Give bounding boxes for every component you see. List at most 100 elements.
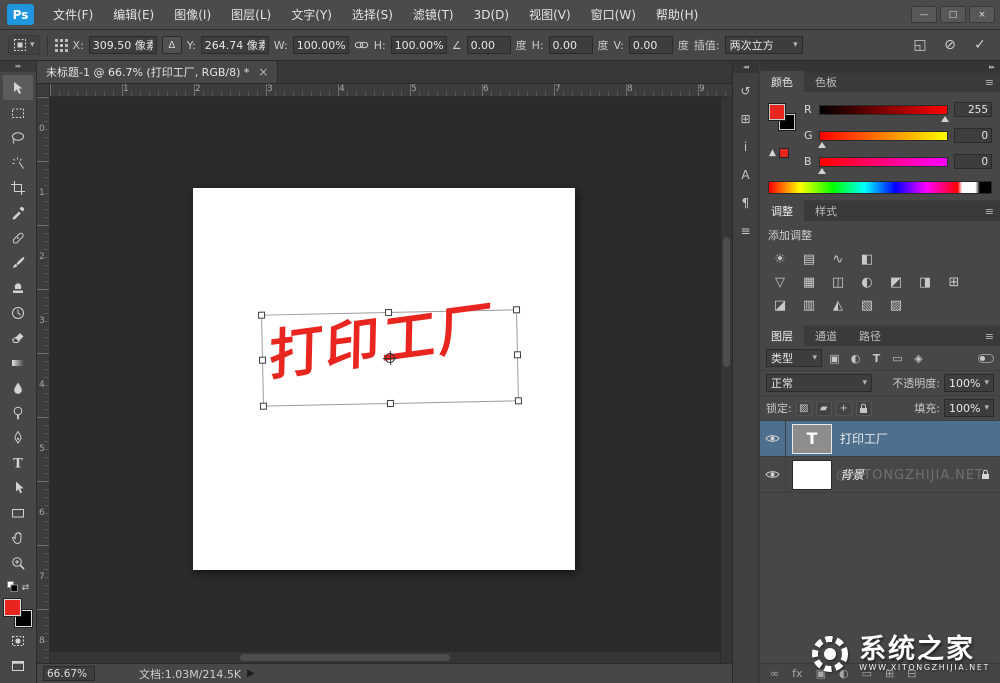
- menu-item[interactable]: 图层(L): [221, 0, 281, 30]
- tab-swatches[interactable]: 色板: [804, 71, 848, 92]
- info-panel-icon[interactable]: i: [736, 137, 756, 157]
- green-value-input[interactable]: [954, 128, 992, 143]
- commit-transform-button[interactable]: ✓: [968, 34, 992, 56]
- layer-filter-select[interactable]: 类型 ▾: [766, 349, 822, 367]
- menu-item[interactable]: 选择(S): [342, 0, 403, 30]
- menu-item[interactable]: 3D(D): [464, 0, 519, 30]
- lock-all-icon[interactable]: [856, 401, 872, 416]
- maximize-button[interactable]: □: [940, 6, 966, 23]
- rectangle-tool[interactable]: [3, 500, 33, 525]
- horizontal-scrollbar[interactable]: [50, 651, 720, 663]
- quick-mask-button[interactable]: [3, 628, 33, 653]
- posterize-icon[interactable]: ▥: [799, 296, 819, 314]
- vibrance-icon[interactable]: ▽: [770, 273, 790, 291]
- transform-handle-top-middle[interactable]: [385, 309, 392, 316]
- lock-transparency-icon[interactable]: ▨: [796, 401, 812, 416]
- vertical-scrollbar[interactable]: [720, 97, 732, 663]
- height-input[interactable]: [391, 36, 447, 54]
- brightness-contrast-icon[interactable]: ☀: [770, 250, 790, 268]
- menu-item[interactable]: 视图(V): [519, 0, 581, 30]
- properties-panel-icon[interactable]: ⊞: [736, 109, 756, 129]
- tab-layers[interactable]: 图层: [760, 325, 804, 346]
- black-white-icon[interactable]: ◐: [857, 273, 877, 291]
- blur-tool[interactable]: [3, 375, 33, 400]
- blue-value-input[interactable]: [954, 154, 992, 169]
- red-slider[interactable]: [819, 105, 948, 115]
- foreground-color-swatch[interactable]: [769, 104, 785, 120]
- menu-item[interactable]: 文件(F): [43, 0, 103, 30]
- menu-item[interactable]: 图像(I): [164, 0, 221, 30]
- opacity-input[interactable]: 100% ▾: [944, 374, 994, 392]
- menu-item[interactable]: 帮助(H): [646, 0, 708, 30]
- pen-tool[interactable]: [3, 425, 33, 450]
- scrollbar-thumb[interactable]: [723, 237, 730, 367]
- transform-handle-bottom-left[interactable]: [260, 403, 267, 410]
- y-input[interactable]: [201, 36, 269, 54]
- fill-input[interactable]: 100% ▾: [944, 399, 994, 417]
- panel-menu-icon[interactable]: ≡: [985, 73, 994, 92]
- v-skew-input[interactable]: [629, 36, 673, 54]
- visibility-toggle[interactable]: [760, 457, 786, 492]
- tab-paths[interactable]: 路径: [848, 325, 892, 346]
- cancel-transform-button[interactable]: ⊘: [938, 34, 962, 56]
- interpolation-select[interactable]: 两次立方 ▾: [725, 36, 803, 54]
- swap-colors-icon[interactable]: ⇄: [22, 583, 30, 593]
- curves-icon[interactable]: ∿: [828, 250, 848, 268]
- tab-adjustments[interactable]: 调整: [760, 200, 804, 221]
- layer-style-icon[interactable]: fx: [792, 667, 802, 680]
- close-button[interactable]: ×: [969, 6, 995, 23]
- filter-type-layers-icon[interactable]: T: [868, 350, 885, 366]
- channel-mixer-icon[interactable]: ◨: [915, 273, 935, 291]
- tab-styles[interactable]: 样式: [804, 200, 848, 221]
- menu-item[interactable]: 文字(Y): [281, 0, 342, 30]
- gradient-tool[interactable]: [3, 350, 33, 375]
- gamut-color-swatch[interactable]: [779, 148, 789, 158]
- rotation-input[interactable]: [467, 36, 511, 54]
- screen-mode-button[interactable]: [3, 653, 33, 678]
- slider-handle[interactable]: [941, 112, 949, 122]
- blue-slider[interactable]: [819, 157, 948, 167]
- switch-warp-mode-button[interactable]: ◱: [908, 34, 932, 56]
- lasso-tool[interactable]: [3, 125, 33, 150]
- hue-saturation-icon[interactable]: ▦: [799, 273, 819, 291]
- close-tab-icon[interactable]: ×: [258, 65, 268, 79]
- selective-color-icon[interactable]: ▨: [886, 296, 906, 314]
- exposure-icon[interactable]: ◧: [857, 250, 877, 268]
- document-tab[interactable]: 未标题-1 @ 66.7% (打印工厂, RGB/8) * ×: [37, 61, 278, 83]
- spot-healing-brush-tool[interactable]: [3, 225, 33, 250]
- history-panel-icon[interactable]: ↺: [736, 81, 756, 101]
- reference-point-locator[interactable]: [55, 39, 68, 52]
- layer-thumbnail[interactable]: T: [792, 424, 832, 454]
- transform-handle-middle-right[interactable]: [514, 351, 521, 358]
- filter-shape-layers-icon[interactable]: ▭: [889, 350, 906, 366]
- vertical-ruler[interactable]: 012345678: [37, 97, 50, 663]
- menu-item[interactable]: 编辑(E): [103, 0, 164, 30]
- status-menu-arrow[interactable]: ▶: [247, 668, 255, 679]
- quick-selection-tool[interactable]: [3, 150, 33, 175]
- color-lookup-icon[interactable]: ⊞: [944, 273, 964, 291]
- transform-bounding-box[interactable]: 打印工厂: [261, 309, 519, 406]
- slider-handle[interactable]: [818, 138, 826, 148]
- blend-mode-select[interactable]: 正常 ▾: [766, 374, 872, 392]
- layer-filter-toggle[interactable]: [978, 354, 994, 363]
- styles-panel-icon[interactable]: ≡: [736, 221, 756, 241]
- red-value-input[interactable]: [954, 102, 992, 117]
- foreground-color-swatch[interactable]: [4, 599, 21, 616]
- eyedropper-tool[interactable]: [3, 200, 33, 225]
- toolbar-collapse-button[interactable]: ▸▸: [0, 61, 36, 72]
- photo-filter-icon[interactable]: ◩: [886, 273, 906, 291]
- transform-handle-bottom-right[interactable]: [515, 397, 522, 404]
- zoom-level-field[interactable]: 66.67%: [43, 666, 95, 681]
- x-input[interactable]: [89, 36, 157, 54]
- minimize-button[interactable]: —: [911, 6, 937, 23]
- hand-tool[interactable]: [3, 525, 33, 550]
- history-brush-tool[interactable]: [3, 300, 33, 325]
- lock-pixels-icon[interactable]: ▰: [816, 401, 832, 416]
- layer-name[interactable]: 打印工厂: [840, 430, 888, 447]
- visibility-toggle[interactable]: [760, 421, 786, 456]
- tab-color[interactable]: 颜色: [760, 71, 804, 92]
- crop-tool[interactable]: [3, 175, 33, 200]
- filter-smart-object-layers-icon[interactable]: ◈: [910, 350, 927, 366]
- transform-handle-bottom-middle[interactable]: [387, 400, 394, 407]
- color-spectrum-bar[interactable]: [768, 181, 992, 194]
